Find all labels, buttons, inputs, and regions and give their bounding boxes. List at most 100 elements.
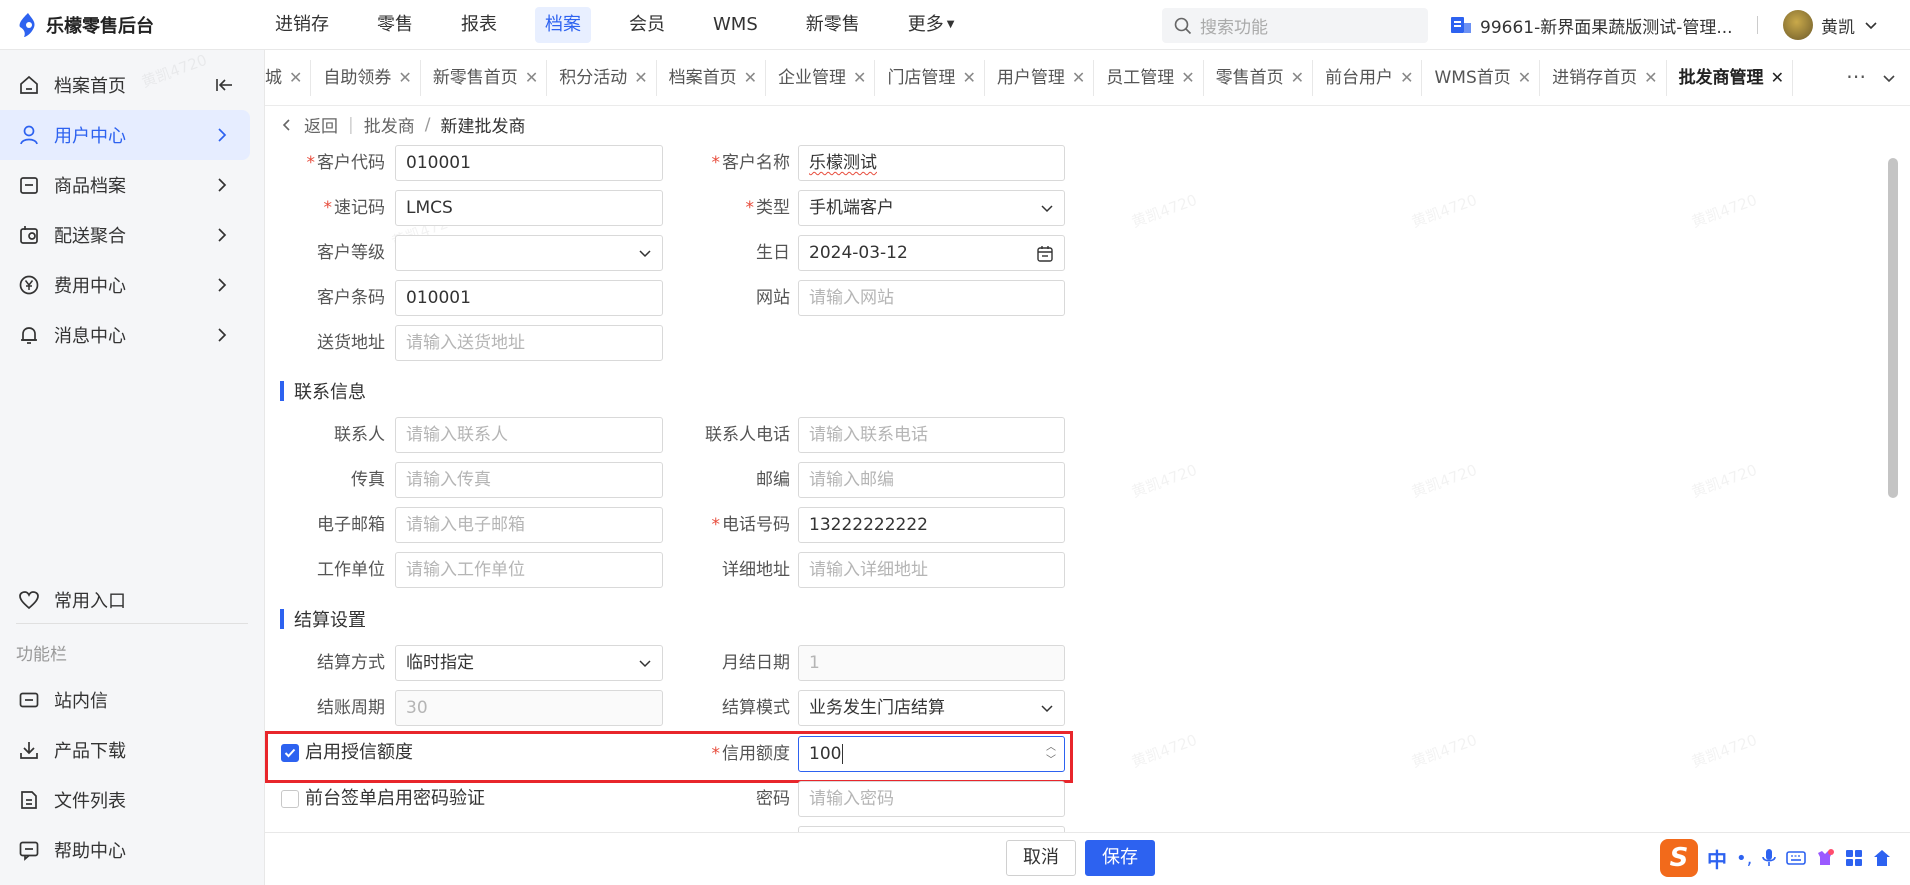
chevron-down-icon: [639, 250, 651, 258]
sidebar-item-inbox[interactable]: 站内信: [0, 675, 250, 725]
type-label: * 类型: [745, 198, 791, 218]
tab-item[interactable]: 零售首页 ✕: [1208, 59, 1314, 96]
sidebar-item-delivery[interactable]: 配送聚合: [0, 210, 250, 260]
quick-code-input[interactable]: LMCS: [395, 190, 663, 226]
monthly-day-input[interactable]: 1: [798, 645, 1065, 681]
back-link[interactable]: 返回: [304, 112, 338, 137]
close-icon[interactable]: ✕: [1518, 60, 1531, 96]
chevron-down-icon[interactable]: [1880, 69, 1898, 87]
nav-item-new-retail[interactable]: 新零售: [796, 7, 870, 43]
birthday-input[interactable]: 2024-03-12: [798, 235, 1065, 271]
sidebar-item-fees[interactable]: 费用中心: [0, 260, 250, 310]
zip-input[interactable]: 请输入邮编: [798, 462, 1065, 498]
fax-input[interactable]: 请输入传真: [395, 462, 663, 498]
sidebar-item-goods[interactable]: 商品档案: [0, 160, 250, 210]
settlement-period-input[interactable]: 30: [395, 690, 663, 726]
nav-item-retail[interactable]: 零售: [367, 7, 423, 43]
skin-icon[interactable]: [1815, 848, 1835, 868]
close-icon[interactable]: ✕: [853, 60, 866, 96]
nav-label: 零售: [377, 13, 413, 35]
close-icon[interactable]: ✕: [1644, 60, 1657, 96]
search-input[interactable]: 搜索功能: [1162, 8, 1428, 43]
nav-item-members[interactable]: 会员: [619, 7, 675, 43]
ime-logo[interactable]: S: [1660, 839, 1698, 877]
nav-item-inventory[interactable]: 进销存: [265, 7, 339, 43]
app-logo[interactable]: 乐檬零售后台: [0, 12, 265, 38]
close-icon[interactable]: ✕: [289, 60, 302, 96]
tab-item[interactable]: 自助领券 ✕: [315, 59, 421, 96]
tab-item[interactable]: 门店管理 ✕: [879, 59, 985, 96]
tab-item[interactable]: 企业管理 ✕: [770, 59, 876, 96]
close-icon[interactable]: ✕: [1291, 60, 1304, 96]
work-unit-input[interactable]: 请输入工作单位: [395, 552, 663, 588]
detail-address-input[interactable]: 请输入详细地址: [798, 552, 1065, 588]
microphone-icon[interactable]: [1761, 848, 1777, 868]
cancel-button[interactable]: 取消: [1006, 840, 1076, 876]
customer-level-select[interactable]: [395, 235, 663, 271]
close-icon[interactable]: ✕: [1072, 60, 1085, 96]
sidebar-item-downloads[interactable]: 产品下载: [0, 725, 250, 775]
user-menu[interactable]: 黄凯: [1783, 0, 1879, 50]
help-icon: [18, 839, 40, 861]
close-icon[interactable]: ✕: [398, 60, 411, 96]
tab-item[interactable]: 进销存首页 ✕: [1544, 59, 1667, 96]
delivery-address-input[interactable]: 请输入送货地址: [395, 325, 663, 361]
sidebar-item-files[interactable]: 文件列表: [0, 775, 250, 825]
close-icon[interactable]: ✕: [744, 60, 757, 96]
collapse-sidebar-icon[interactable]: [214, 75, 234, 95]
password-input[interactable]: 请输入密码: [798, 781, 1065, 817]
close-icon[interactable]: ✕: [962, 60, 975, 96]
settlement-mode-select[interactable]: 业务发生门店结算: [798, 690, 1065, 726]
sidebar-item-archive-home[interactable]: 档案首页: [0, 60, 250, 110]
website-input[interactable]: 请输入网站: [798, 280, 1065, 316]
tab-item[interactable]: 积分活动 ✕: [551, 59, 657, 96]
sidebar-item-user-center[interactable]: 用户中心: [0, 110, 250, 160]
customer-code-input[interactable]: 010001: [395, 145, 663, 181]
store-selector[interactable]: 99661-新界面果蔬版测试-管理...: [1450, 0, 1733, 50]
close-icon[interactable]: ✕: [525, 60, 538, 96]
password-verify-label[interactable]: 前台签单启用密码验证: [305, 787, 485, 811]
tab-item[interactable]: 档案首页 ✕: [661, 59, 767, 96]
sidebar-item-help[interactable]: 帮助中心: [0, 825, 250, 875]
nav-item-reports[interactable]: 报表: [451, 7, 507, 43]
tab-wholesaler-management[interactable]: 批发商管理 ✕: [1670, 59, 1793, 96]
settings-icon[interactable]: [1873, 849, 1891, 867]
toolbox-icon[interactable]: [1844, 848, 1864, 868]
tab-item[interactable]: 前台用户 ✕: [1317, 59, 1423, 96]
nav-item-archives[interactable]: 档案: [535, 6, 591, 43]
password-verify-checkbox[interactable]: [281, 790, 299, 808]
tab-item[interactable]: 用户管理 ✕: [989, 59, 1095, 96]
contact-person-input[interactable]: 请输入联系人: [395, 417, 663, 453]
scrollbar-thumb[interactable]: [1888, 158, 1898, 498]
settlement-method-select[interactable]: 临时指定: [395, 645, 663, 681]
heart-icon: [18, 589, 40, 611]
nav-item-wms[interactable]: WMS: [703, 7, 768, 43]
customer-barcode-input[interactable]: 010001: [395, 280, 663, 316]
keyboard-icon[interactable]: [1786, 850, 1807, 866]
calendar-icon[interactable]: [1036, 245, 1054, 263]
punctuation-icon[interactable]: •,: [1736, 848, 1752, 869]
chevron-left-icon[interactable]: [280, 118, 294, 132]
email-field[interactable]: 请输入电子邮箱: [395, 507, 663, 543]
phone-input[interactable]: 13222222222: [798, 507, 1065, 543]
nav-label: WMS: [713, 13, 758, 35]
tab-item[interactable]: 新零售首页 ✕: [425, 59, 548, 96]
customer-name-input[interactable]: 乐檬测试: [798, 145, 1065, 181]
sidebar-item-favorites[interactable]: 常用入口: [0, 575, 250, 625]
tab-item[interactable]: 城 ✕: [265, 59, 312, 96]
tab-item[interactable]: 员工管理 ✕: [1098, 59, 1204, 96]
close-icon[interactable]: ✕: [1771, 60, 1784, 96]
tab-item[interactable]: WMS首页 ✕: [1426, 59, 1541, 96]
close-icon[interactable]: ✕: [1181, 60, 1194, 96]
sidebar-item-messages[interactable]: 消息中心: [0, 310, 250, 360]
ime-language[interactable]: 中: [1707, 844, 1727, 873]
save-button[interactable]: 保存: [1085, 840, 1155, 876]
nav-item-more[interactable]: 更多 ▼: [898, 7, 965, 43]
close-icon[interactable]: ✕: [1400, 60, 1413, 96]
contact-phone-input[interactable]: 请输入联系电话: [798, 417, 1065, 453]
more-tabs-icon[interactable]: ⋯: [1846, 64, 1866, 88]
type-select[interactable]: 手机端客户: [798, 190, 1065, 226]
breadcrumb-parent[interactable]: 批发商: [364, 112, 415, 137]
store-name: 99661-新界面果蔬版测试-管理...: [1480, 17, 1733, 38]
close-icon[interactable]: ✕: [634, 60, 647, 96]
